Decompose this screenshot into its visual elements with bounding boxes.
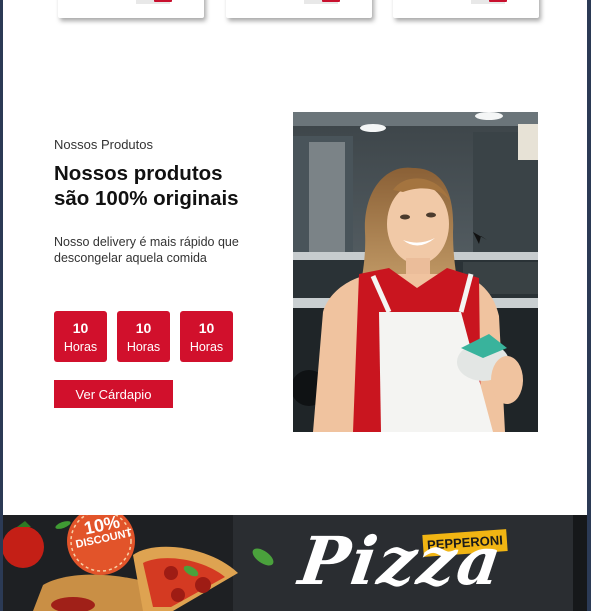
stat-value: 10: [135, 319, 152, 336]
add-to-cart-button[interactable]: [489, 0, 507, 2]
headline-line-2: são 100% originais: [54, 187, 239, 210]
woman-food-truck-illustration: [293, 112, 538, 432]
view-menu-button[interactable]: Ver Cárdapio: [54, 380, 173, 408]
window-frame-right: [587, 0, 591, 611]
stat-value: 10: [198, 319, 215, 336]
product-card[interactable]: [393, 0, 539, 18]
stat-unit: Horas: [126, 339, 161, 354]
headline-line-1: Nossos produtos: [54, 162, 223, 185]
section-subtitle: Nossos Produtos: [54, 137, 153, 152]
section-description: Nosso delivery é mais rápido que descong…: [54, 235, 239, 265]
stat-box: 10 Horas: [180, 311, 233, 362]
product-card[interactable]: [58, 0, 204, 18]
stat-box: 10 Horas: [117, 311, 170, 362]
add-to-cart-button[interactable]: [154, 0, 172, 2]
section-headline: Nossos produtos são 100% originais: [54, 161, 274, 211]
banner-title: Pizza: [294, 522, 508, 600]
hero-photo: [293, 112, 538, 432]
stat-box: 10 Horas: [54, 311, 107, 362]
stat-value: 10: [72, 319, 89, 336]
stats-row: 10 Horas 10 Horas 10 Horas: [54, 311, 233, 362]
add-to-cart-button[interactable]: [322, 0, 340, 2]
stat-unit: Horas: [63, 339, 98, 354]
product-card[interactable]: [226, 0, 372, 18]
stat-unit: Horas: [189, 339, 224, 354]
